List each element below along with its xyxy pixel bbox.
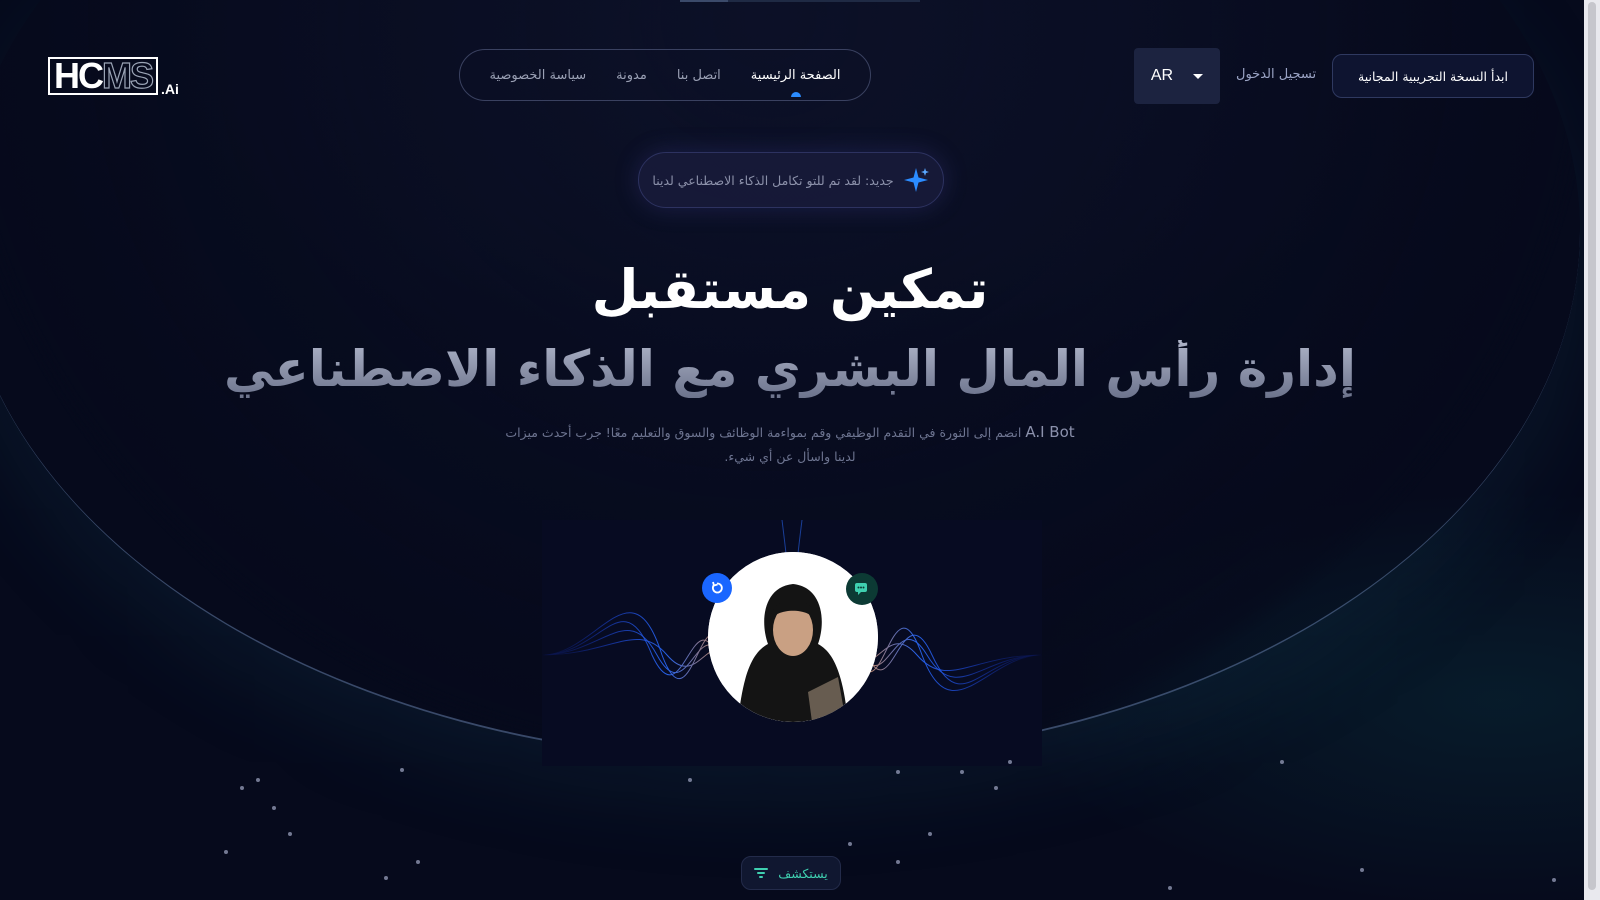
star-dot (1360, 868, 1364, 872)
chat-button[interactable] (846, 573, 878, 605)
star-dot (688, 778, 692, 782)
star-dot (224, 850, 228, 854)
star-dot (240, 786, 244, 790)
nav-item-contact[interactable]: اتصل بنا (677, 68, 721, 83)
star-dot (1008, 760, 1012, 764)
refresh-icon (711, 581, 723, 594)
star-dot (896, 860, 900, 864)
star-dot (400, 768, 404, 772)
star-dot (288, 832, 292, 836)
star-dot (416, 860, 420, 864)
star-dot (960, 770, 964, 774)
star-dot (928, 832, 932, 836)
hero-title: تمكين مستقبل (591, 258, 989, 321)
top-progress-line (680, 0, 920, 2)
logo-box: HC MS (48, 54, 158, 97)
star-dot (994, 786, 998, 790)
star-dot (1280, 760, 1284, 764)
hero-subtitle-line2: لدينا واسأل عن أي شيء. (724, 449, 856, 464)
star-dot (272, 806, 276, 810)
logo-suffix: .Ai (161, 81, 179, 97)
hero-title-line2: إدارة رأس المال البشري مع الذكاء الاصطنا… (0, 340, 1580, 398)
star-dot (896, 770, 900, 774)
star-dot (1552, 878, 1556, 882)
logo[interactable]: HC MS .Ai (48, 54, 179, 97)
nav-item-privacy[interactable]: سياسة الخصوصية (490, 68, 587, 83)
main-nav: الصفحة الرئيسية اتصل بنا مدونة سياسة الخ… (459, 49, 871, 101)
language-value: AR (1150, 67, 1174, 84)
scrollbar-thumb[interactable] (1588, 2, 1596, 890)
explore-button[interactable]: يستكشف (741, 856, 841, 890)
page-scrollbar[interactable] (1584, 0, 1600, 900)
chevron-down-icon (1193, 73, 1204, 79)
hero-subtitle-brand: A.I Bot (1025, 423, 1075, 441)
chat-icon (855, 583, 867, 595)
nav-item-home[interactable]: الصفحة الرئيسية (751, 68, 841, 97)
explore-label: يستكشف (778, 865, 828, 881)
start-free-trial-button[interactable]: ابدأ النسخة التجريبية المجانية (1332, 54, 1534, 98)
sparkle-icon (903, 168, 929, 192)
refresh-button[interactable] (702, 573, 732, 603)
star-dot (848, 842, 852, 846)
star-dot (1168, 886, 1172, 890)
star-dot (256, 778, 260, 782)
logo-text-main: HC (54, 55, 104, 96)
language-select[interactable]: AR (1134, 48, 1220, 104)
announcement-pill[interactable]: جديد: لقد تم للتو تكامل الذكاء الاصطناعي… (638, 152, 944, 208)
logo-text-outline: MS (101, 54, 154, 96)
filter-icon (754, 868, 769, 878)
hero-subtitle: A.I Bot انضم إلى الثورة في التقدم الوظيف… (500, 420, 1080, 469)
announcement-text: جديد: لقد تم للتو تكامل الذكاء الاصطناعي… (652, 172, 894, 188)
login-link[interactable]: تسجيل الدخول (1236, 67, 1316, 82)
nav-item-blog[interactable]: مدونة (616, 68, 647, 83)
hero-subtitle-text: انضم إلى الثورة في التقدم الوظيفي وقم بم… (505, 425, 1022, 440)
star-dot (384, 876, 388, 880)
